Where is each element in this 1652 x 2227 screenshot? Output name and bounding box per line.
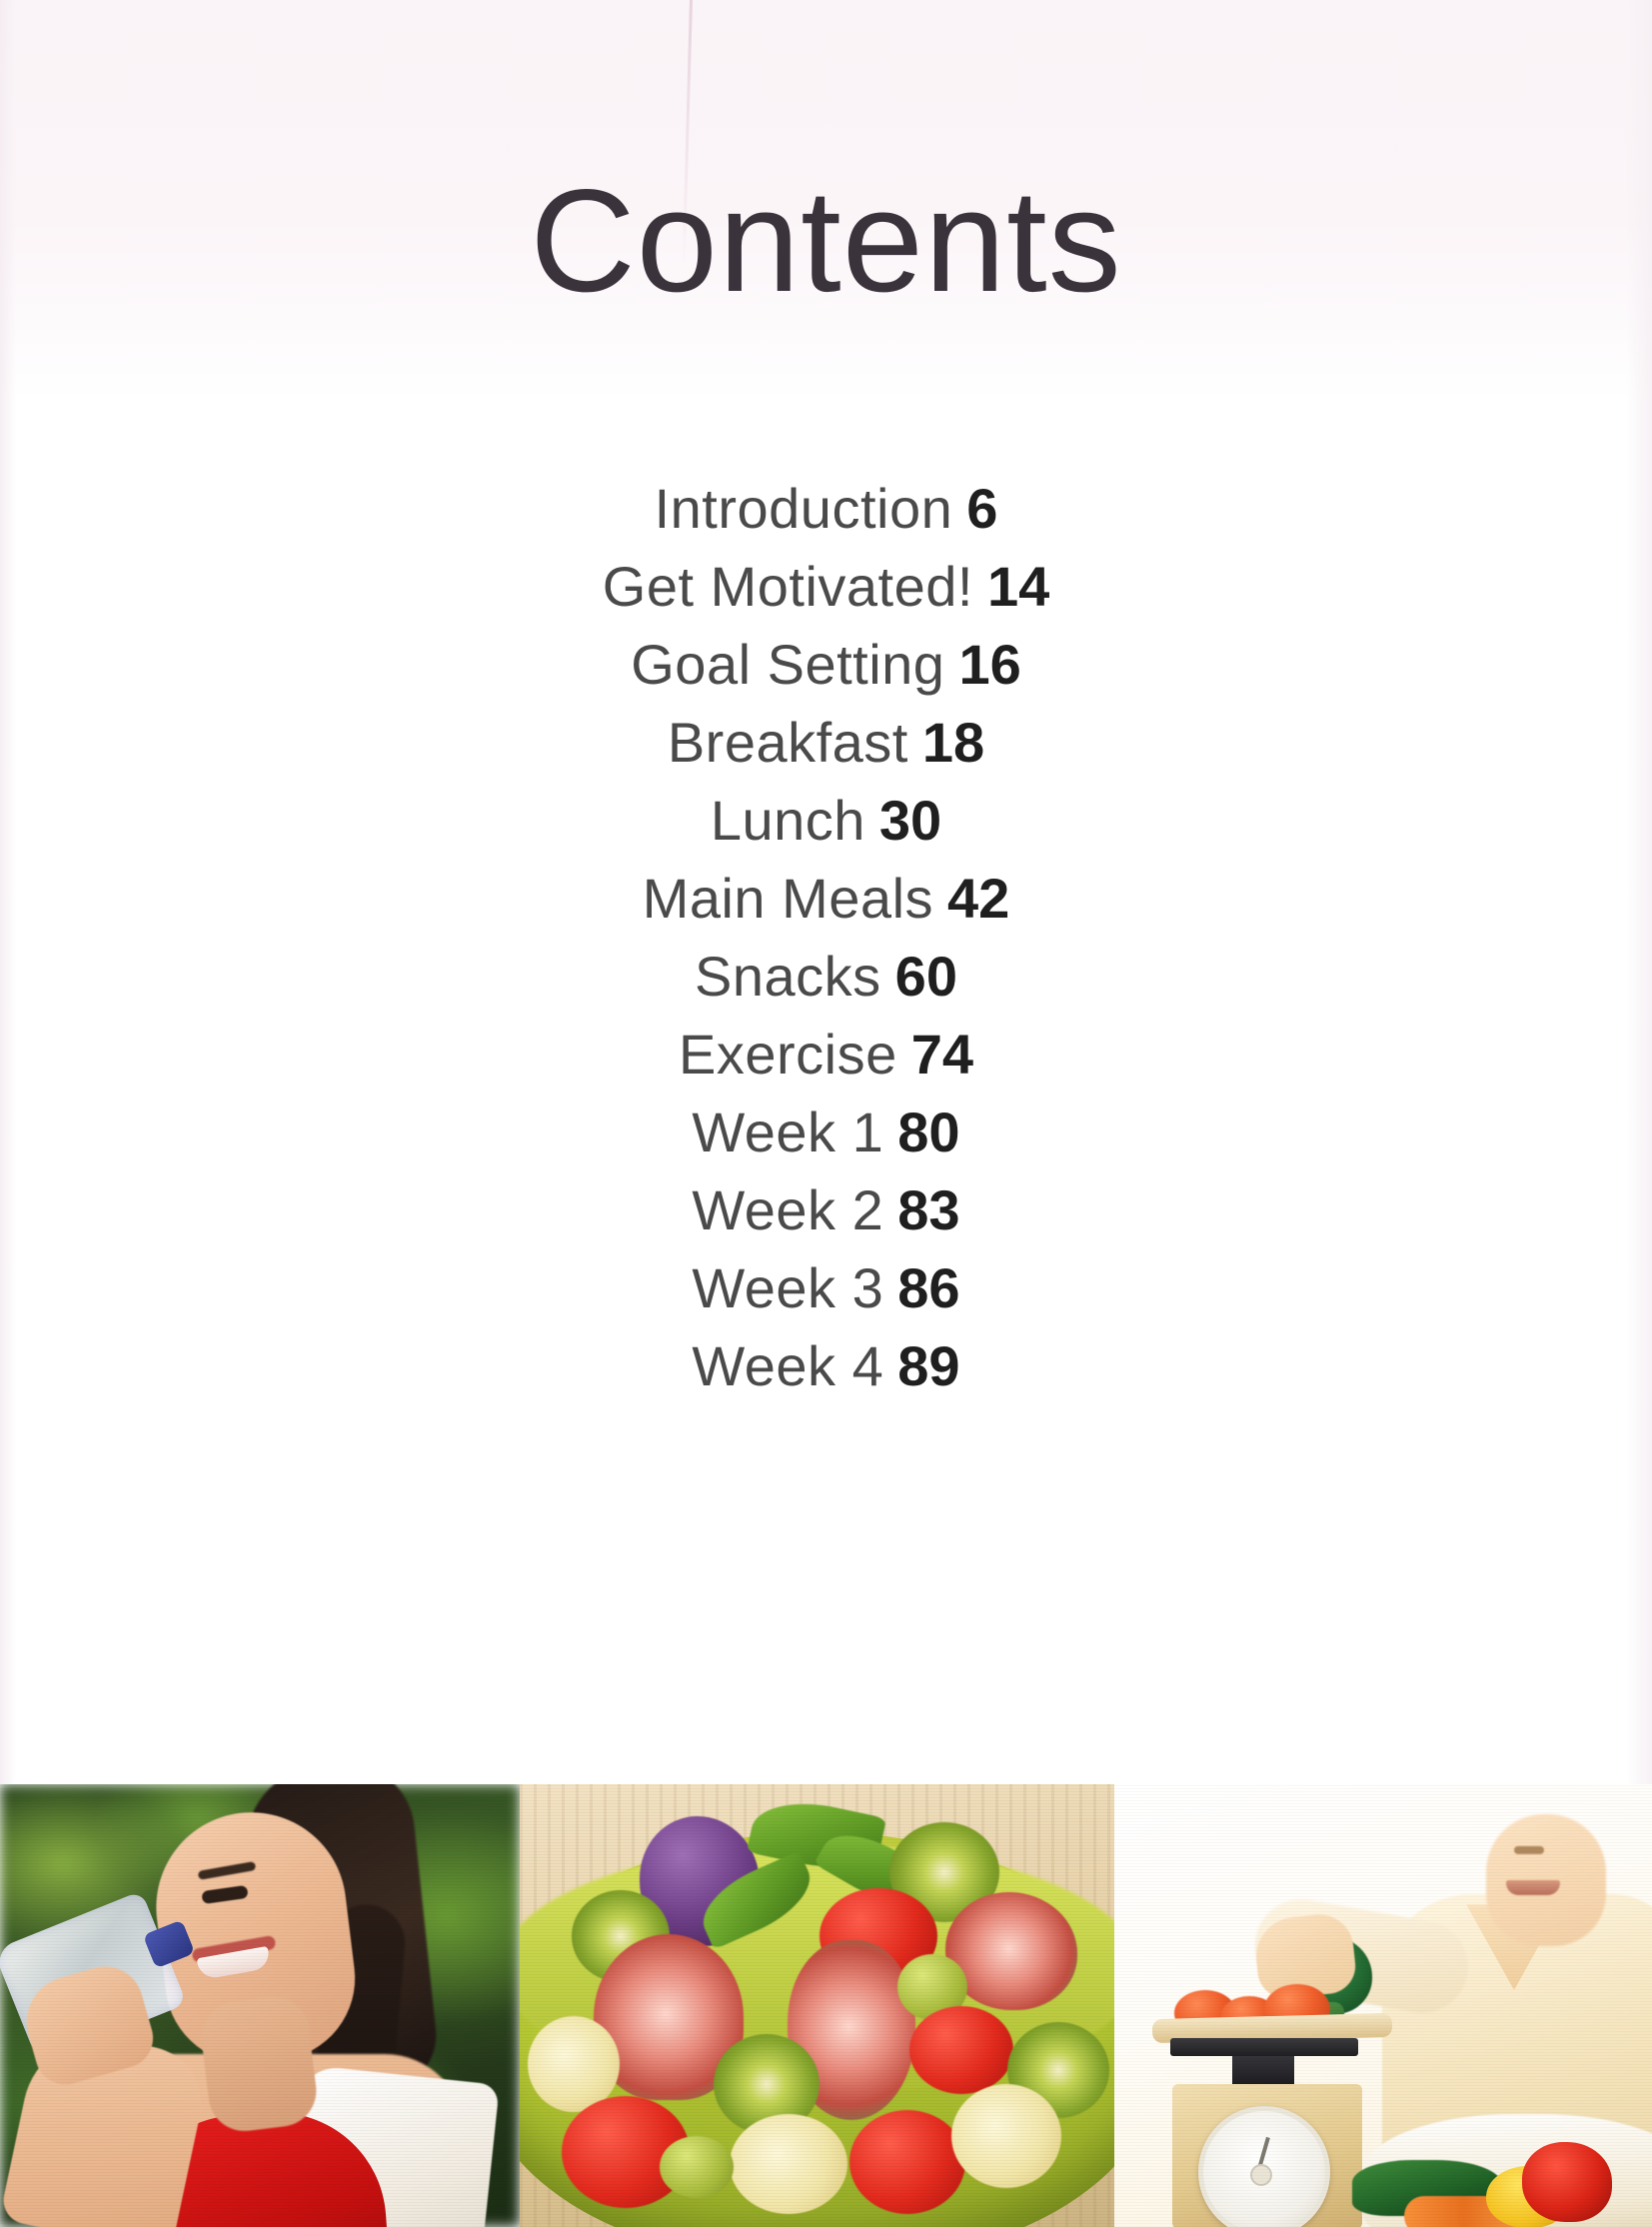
toc-page-number: 74 [910, 1023, 974, 1086]
toc-entry-exercise[interactable]: Exercise 74 [0, 1016, 1652, 1094]
toc-entry-goal-setting[interactable]: Goal Setting 16 [0, 626, 1652, 704]
toc-page-number: 16 [958, 633, 1021, 696]
table-of-contents: Introduction 6 Get Motivated! 14 Goal Sett… [0, 470, 1652, 1405]
toc-label: Main Meals [642, 867, 934, 930]
toc-label: Lunch [710, 789, 865, 852]
toc-page-number: 86 [897, 1256, 960, 1319]
photo-woman-weighing-vegetables [1114, 1784, 1652, 2227]
toc-entry-snacks[interactable]: Snacks 60 [0, 938, 1652, 1016]
toc-label: Introduction [654, 477, 953, 540]
page-title: Contents [530, 159, 1122, 322]
toc-page-number: 30 [878, 789, 942, 852]
toc-page-number: 60 [894, 945, 957, 1008]
photo-woman-drinking-water [0, 1784, 520, 2227]
toc-page-number: 14 [986, 555, 1050, 618]
photo-fruit-salad-bowl [520, 1784, 1114, 2227]
toc-page-number: 42 [947, 867, 1010, 930]
toc-label: Goal Setting [631, 633, 945, 696]
toc-entry-get-motivated[interactable]: Get Motivated! 14 [0, 548, 1652, 626]
print-grain-overlay [520, 1784, 1114, 2227]
toc-label: Breakfast [667, 711, 908, 774]
toc-label: Week 1 [692, 1101, 884, 1163]
toc-entry-breakfast[interactable]: Breakfast 18 [0, 704, 1652, 782]
toc-label: Week 3 [692, 1256, 884, 1319]
toc-page-number: 89 [897, 1334, 960, 1397]
toc-entry-week-1[interactable]: Week 1 80 [0, 1094, 1652, 1171]
toc-entry-introduction[interactable]: Introduction 6 [0, 470, 1652, 548]
print-grain-overlay [0, 1784, 520, 2227]
toc-entry-main-meals[interactable]: Main Meals 42 [0, 860, 1652, 938]
toc-label: Week 4 [692, 1334, 884, 1397]
toc-entry-lunch[interactable]: Lunch 30 [0, 782, 1652, 860]
toc-label: Exercise [678, 1023, 897, 1086]
toc-label: Snacks [695, 945, 881, 1008]
toc-entry-week-3[interactable]: Week 3 86 [0, 1249, 1652, 1327]
toc-page-number: 80 [897, 1101, 960, 1163]
toc-label: Week 2 [692, 1178, 884, 1241]
toc-page-number: 18 [921, 711, 985, 774]
toc-page-number: 83 [897, 1178, 960, 1241]
toc-page-number: 6 [966, 477, 998, 540]
print-grain-overlay [1114, 1784, 1652, 2227]
toc-entry-week-2[interactable]: Week 2 83 [0, 1171, 1652, 1249]
contents-page: Contents Introduction 6 Get Motivated! 14 … [0, 0, 1652, 2227]
photo-strip [0, 1784, 1652, 2227]
toc-label: Get Motivated! [602, 555, 973, 618]
toc-entry-week-4[interactable]: Week 4 89 [0, 1327, 1652, 1405]
